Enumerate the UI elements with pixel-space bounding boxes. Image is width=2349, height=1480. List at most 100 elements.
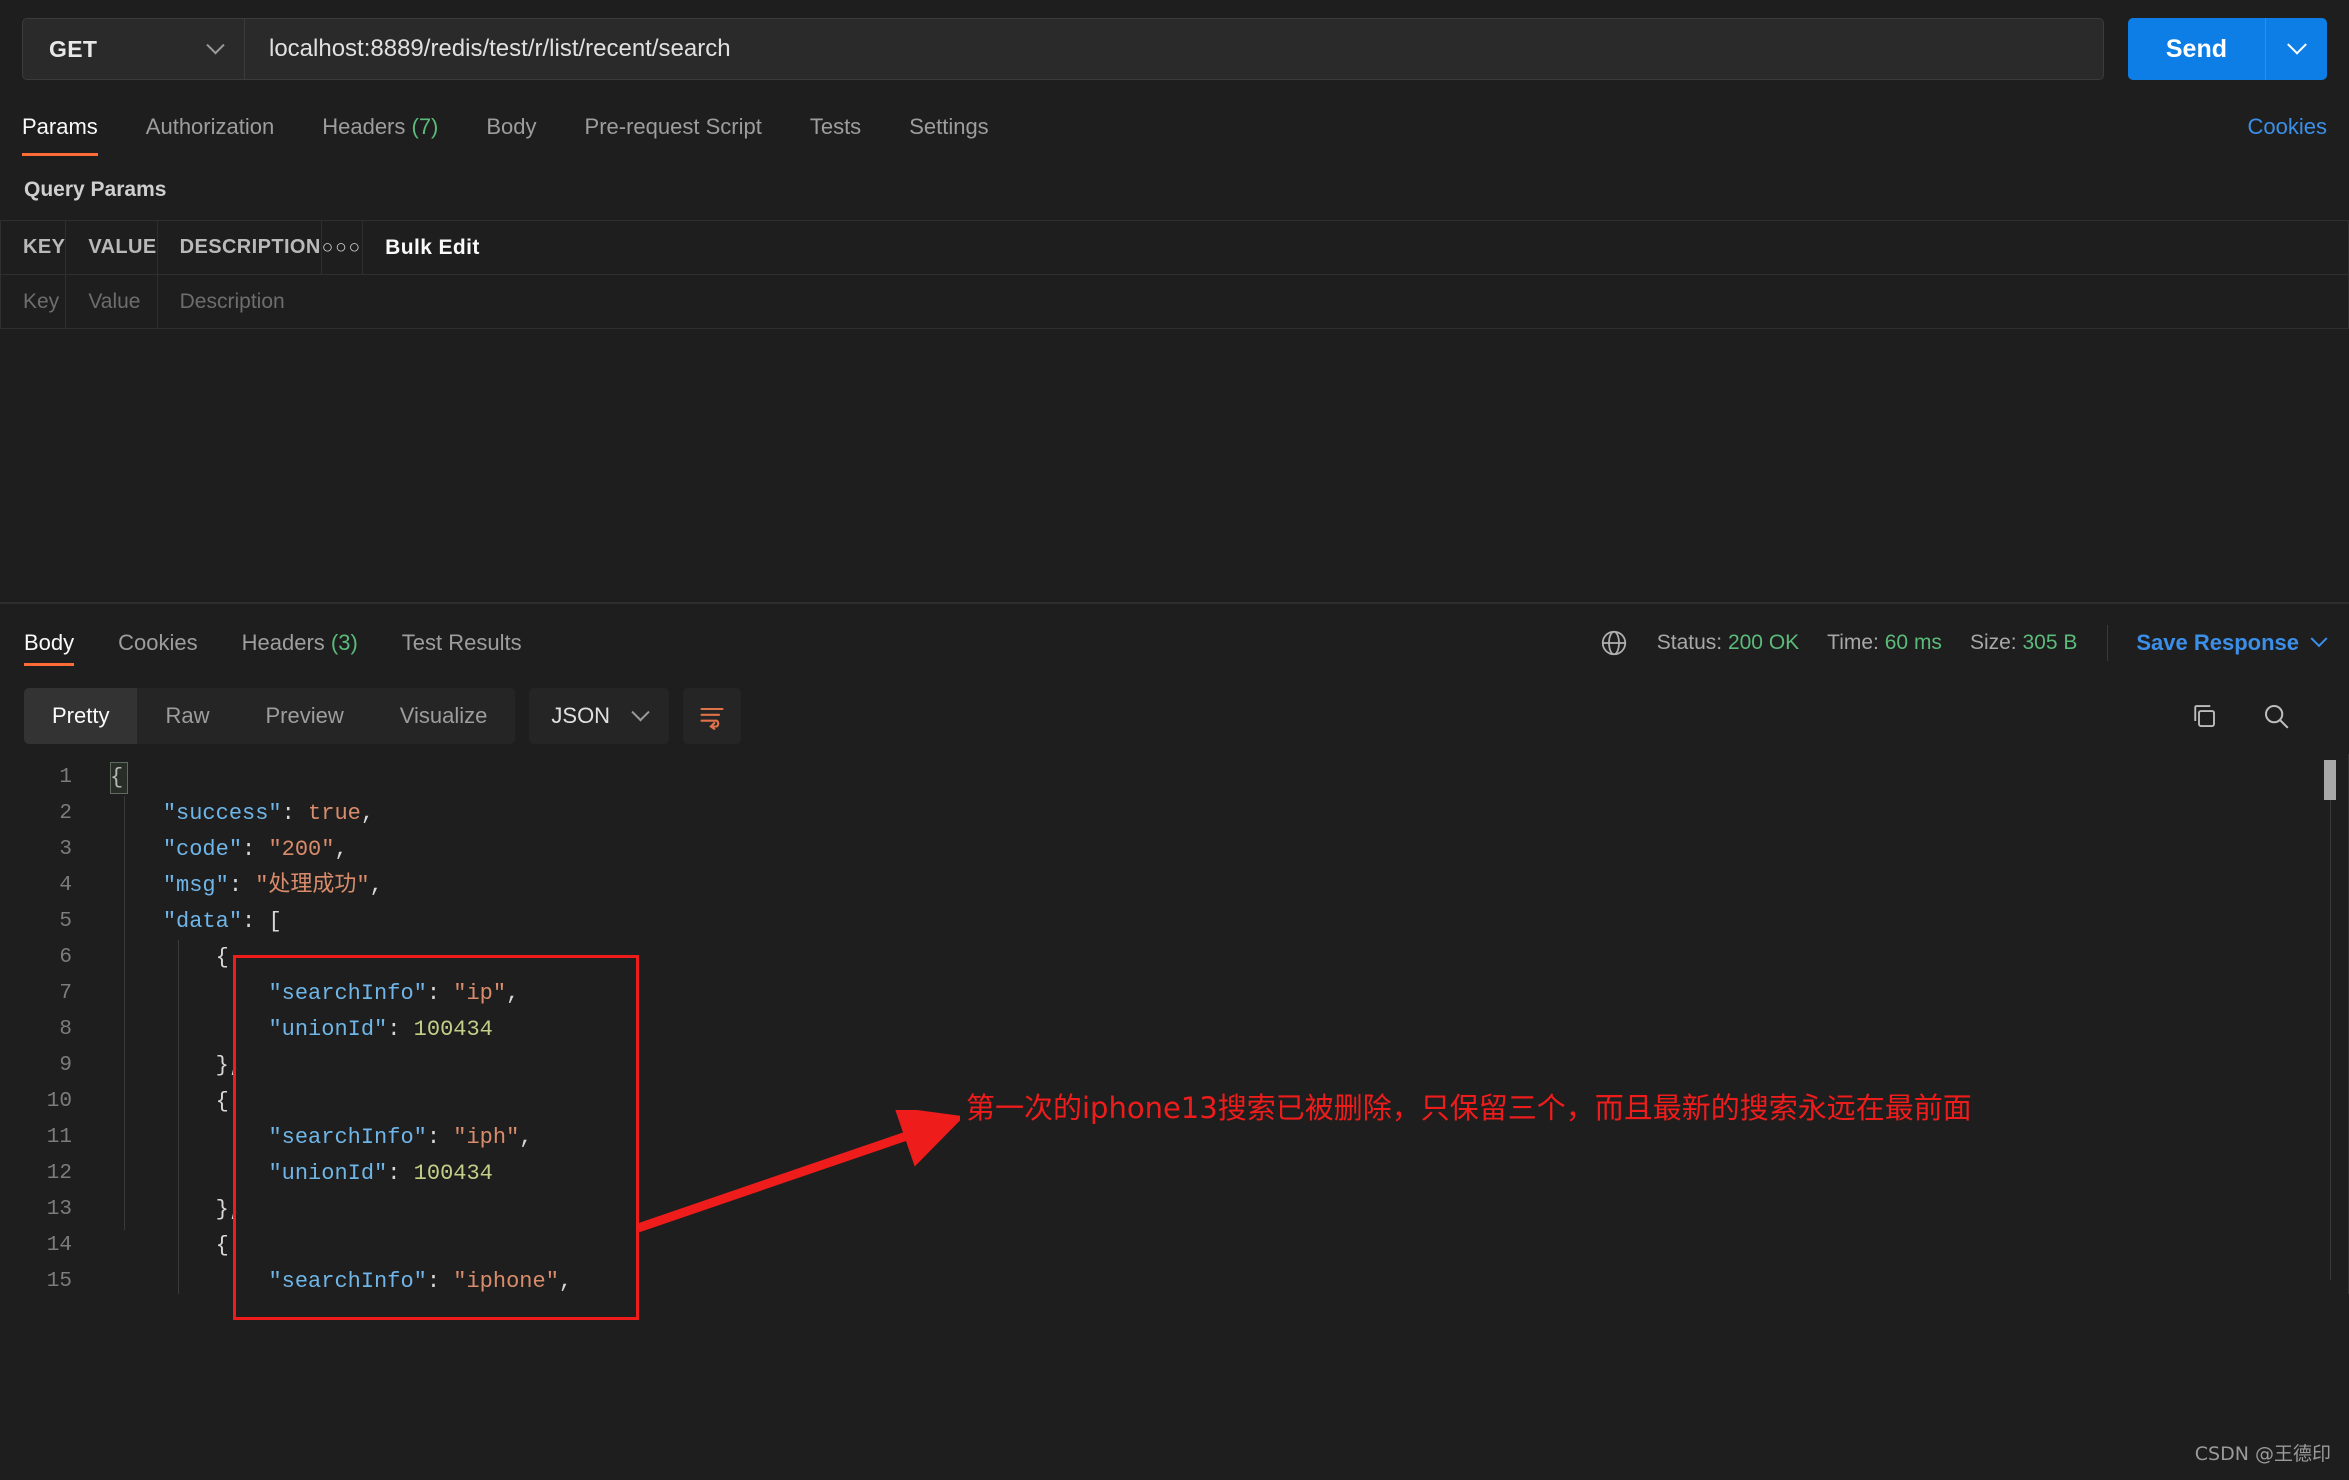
wrap-lines-button[interactable] xyxy=(683,688,742,744)
query-params-title: Query Params xyxy=(24,178,167,201)
line-number: 12 xyxy=(46,1162,72,1185)
response-tab-cookies[interactable]: Cookies xyxy=(96,604,219,682)
tab-label: Headers xyxy=(322,114,406,139)
params-options-button[interactable]: ○○○ xyxy=(321,220,364,275)
view-mode-label: Pretty xyxy=(52,703,110,728)
chevron-down-icon xyxy=(2286,34,2307,55)
code-line: "data": [ xyxy=(110,904,2249,940)
response-tab-body[interactable]: Body xyxy=(24,604,96,682)
code-token: { xyxy=(215,1089,229,1114)
request-tab-settings[interactable]: Settings xyxy=(885,114,1013,156)
code-token: : xyxy=(242,837,269,862)
status-info: Status: 200 OK xyxy=(1657,631,1799,655)
code-token: "iphone" xyxy=(453,1269,559,1294)
line-number: 4 xyxy=(59,874,72,897)
response-body-code[interactable]: 12345678910111213141516171819 { "success… xyxy=(0,754,2349,1294)
code-line: "searchInfo": "ip", xyxy=(110,976,2249,1012)
code-token: "searchInfo" xyxy=(268,981,427,1006)
send-button[interactable]: Send xyxy=(2127,18,2265,80)
response-pane: Body Cookies Headers (3) Test Results Statu… xyxy=(0,604,2349,1480)
code-token: "unionId" xyxy=(268,1017,388,1042)
bulk-edit-button[interactable]: Bulk Edit xyxy=(362,220,2349,275)
param-value-input[interactable]: Value xyxy=(65,274,158,329)
save-response-button[interactable]: Save Response xyxy=(2136,630,2328,656)
request-tab-tests[interactable]: Tests xyxy=(786,114,885,156)
chevron-down-icon xyxy=(2310,630,2328,648)
code-token: "data" xyxy=(162,909,243,934)
request-tab-body[interactable]: Body xyxy=(462,114,560,156)
divider xyxy=(2107,625,2109,661)
response-tab-headers[interactable]: Headers (3) xyxy=(220,604,380,682)
cookies-link[interactable]: Cookies xyxy=(2248,114,2327,156)
code-token: "处理成功" xyxy=(255,873,370,898)
tab-label: Params xyxy=(22,114,98,139)
code-line: "unionId": 100434 xyxy=(110,1156,2249,1192)
table-header-row: KEY VALUE DESCRIPTION ○○○ Bulk Edit xyxy=(0,220,2349,275)
code-token: : xyxy=(242,909,269,934)
view-mode-label: Preview xyxy=(265,703,344,728)
search-icon[interactable] xyxy=(2261,701,2291,731)
request-tab-params[interactable]: Params xyxy=(22,114,122,156)
view-mode-visualize[interactable]: Visualize xyxy=(372,688,516,744)
code-line: { xyxy=(110,1228,2249,1264)
response-format-select[interactable]: JSON xyxy=(529,688,670,744)
column-header-value: VALUE xyxy=(65,220,158,275)
size-info: Size: 305 B xyxy=(1970,631,2077,655)
code-line: "msg": "处理成功", xyxy=(110,868,2249,904)
status-label: Status: xyxy=(1656,631,1723,654)
code-token: 100434 xyxy=(413,1161,493,1186)
globe-icon xyxy=(1599,628,1629,658)
param-description-input[interactable]: Description xyxy=(157,274,2349,329)
bulk-edit-label: Bulk Edit xyxy=(385,235,480,259)
param-key-input[interactable]: Key xyxy=(0,274,67,329)
code-token: "200" xyxy=(268,837,335,862)
scrollbar-thumb[interactable] xyxy=(2324,760,2336,800)
response-tabs-bar: Body Cookies Headers (3) Test Results Statu… xyxy=(0,604,2349,682)
request-tab-headers[interactable]: Headers (7) xyxy=(298,114,462,156)
request-tabs: Params Authorization Headers (7) Body Pre-re… xyxy=(0,94,2349,156)
view-mode-pretty[interactable]: Pretty xyxy=(24,688,138,744)
scrollbar-track[interactable] xyxy=(2330,760,2331,1280)
code-token: }, xyxy=(215,1197,243,1222)
send-options-button[interactable] xyxy=(2265,18,2327,80)
code-token: "success" xyxy=(162,801,282,826)
time-value: 60 ms xyxy=(1884,631,1942,654)
view-mode-preview[interactable]: Preview xyxy=(237,688,371,744)
indent-guide xyxy=(233,1084,234,1156)
tab-label: Body xyxy=(24,630,75,655)
chevron-down-icon xyxy=(631,702,650,721)
send-button-group: Send xyxy=(2127,18,2327,80)
code-content[interactable]: { "success": true, "code": "200", "msg":… xyxy=(110,754,2249,1294)
http-method-select[interactable]: GET xyxy=(23,19,245,79)
request-tab-pre-request-script[interactable]: Pre-request Script xyxy=(561,114,786,156)
url-input-group: GET localhost:8889/redis/test/r/list/rec… xyxy=(22,18,2104,80)
line-number: 2 xyxy=(59,802,72,825)
query-params-table: KEY VALUE DESCRIPTION ○○○ Bulk Edit Key … xyxy=(0,220,2349,329)
request-url-bar: GET localhost:8889/redis/test/r/list/rec… xyxy=(0,0,2349,94)
request-tab-authorization[interactable]: Authorization xyxy=(122,114,298,156)
url-input[interactable]: localhost:8889/redis/test/r/list/recent/… xyxy=(245,19,2103,79)
code-token: , xyxy=(506,981,520,1006)
http-method-label: GET xyxy=(49,35,98,62)
line-number: 1 xyxy=(59,766,72,789)
time-info: Time: 60 ms xyxy=(1827,631,1942,655)
indent-guide xyxy=(233,976,234,1048)
view-mode-raw[interactable]: Raw xyxy=(137,688,237,744)
response-tab-test-results[interactable]: Test Results xyxy=(380,604,544,682)
column-header-key: KEY xyxy=(0,220,67,275)
code-token: , xyxy=(360,801,375,826)
watermark: CSDN @王德印 xyxy=(2194,1443,2331,1465)
copy-icon[interactable] xyxy=(2189,701,2219,731)
line-number: 9 xyxy=(59,1054,72,1077)
code-line: }, xyxy=(110,1048,2249,1084)
ellipsis-icon: ○○○ xyxy=(321,237,363,258)
code-token: [ xyxy=(268,909,282,934)
indent-guide xyxy=(233,1192,234,1264)
code-token: "searchInfo" xyxy=(268,1125,427,1150)
size-label: Size: xyxy=(1969,631,2017,654)
line-number: 13 xyxy=(46,1198,72,1221)
code-token: "msg" xyxy=(162,873,229,898)
indent-guide xyxy=(178,940,179,1294)
